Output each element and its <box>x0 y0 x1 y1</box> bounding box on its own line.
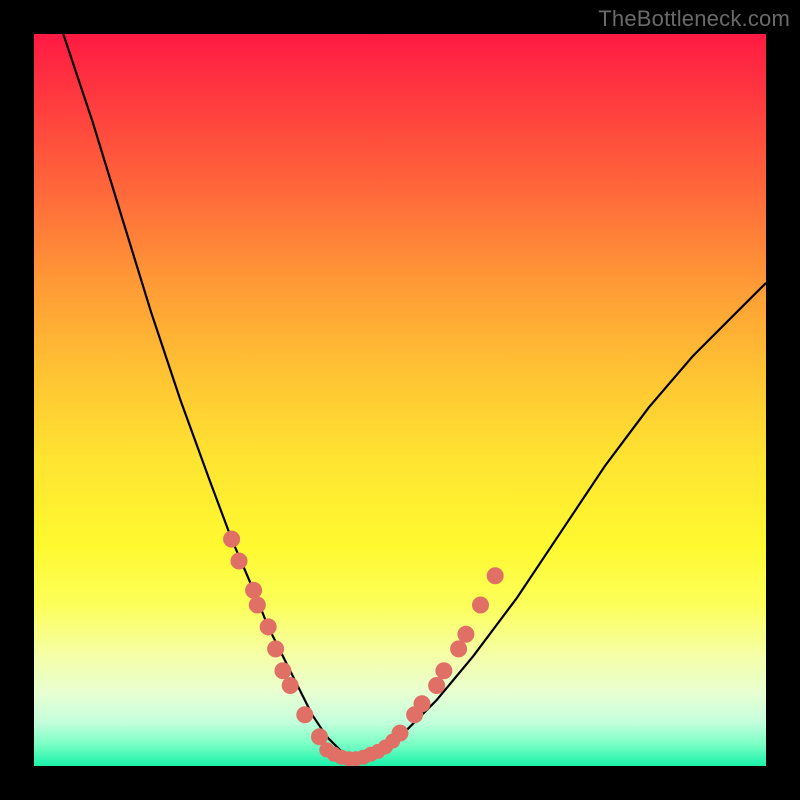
data-dot <box>260 619 276 635</box>
watermark-text: TheBottleneck.com <box>598 6 790 32</box>
data-dot <box>436 663 452 679</box>
data-dot <box>414 696 430 712</box>
data-dots <box>224 531 504 766</box>
data-dot <box>275 663 291 679</box>
data-dot <box>429 678 445 694</box>
data-dot <box>224 531 240 547</box>
chart-outer-frame: TheBottleneck.com <box>0 0 800 800</box>
bottleneck-curve <box>63 34 766 759</box>
data-dot <box>249 597 265 613</box>
data-dot <box>451 641 467 657</box>
data-dot <box>458 626 474 642</box>
data-dot <box>282 678 298 694</box>
data-dot <box>231 553 247 569</box>
data-dot <box>312 729 328 745</box>
data-dot <box>473 597 489 613</box>
data-dot <box>297 707 313 723</box>
chart-overlay-svg <box>34 34 766 766</box>
plot-area <box>34 34 766 766</box>
data-dot <box>386 734 400 748</box>
data-dot <box>487 568 503 584</box>
data-dot <box>268 641 284 657</box>
data-dot <box>246 582 262 598</box>
